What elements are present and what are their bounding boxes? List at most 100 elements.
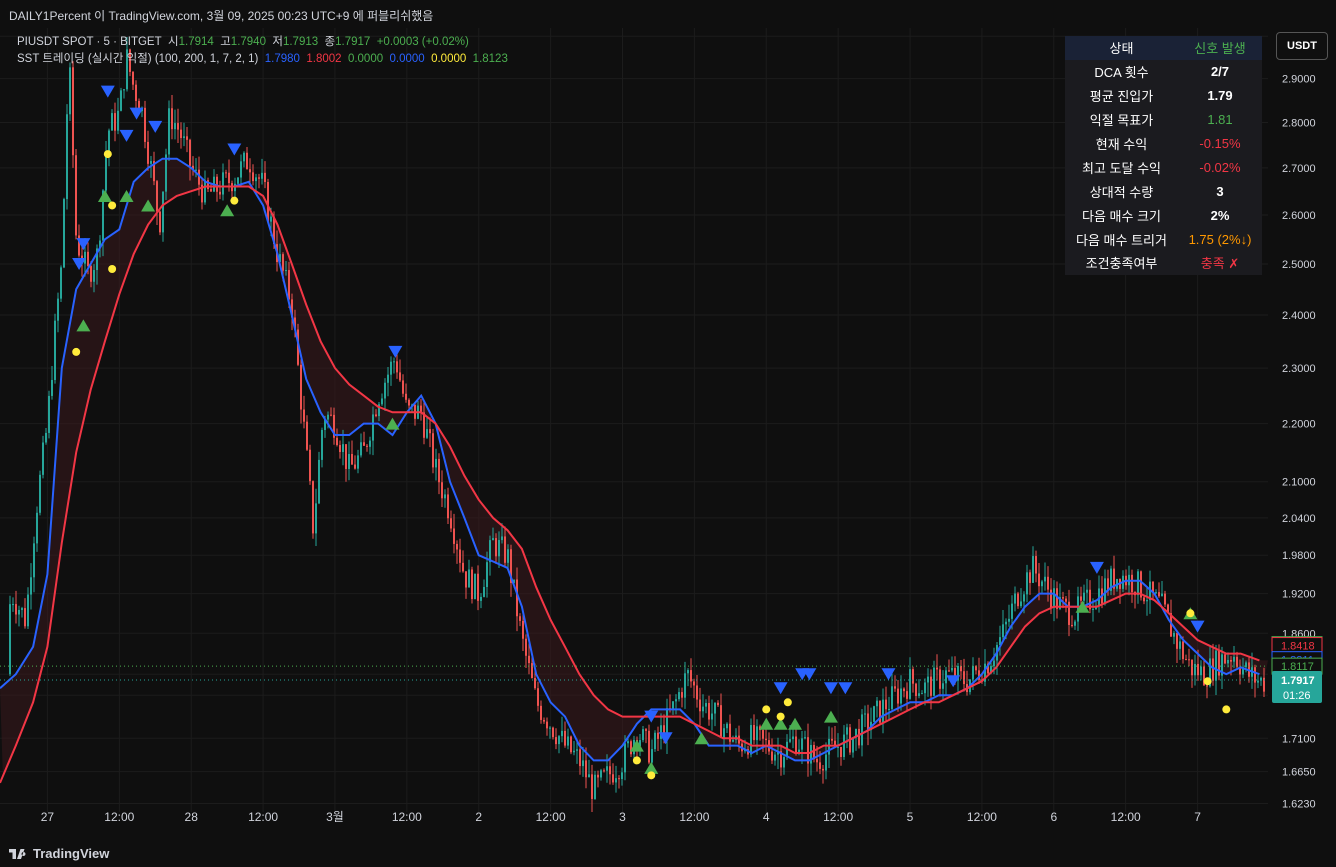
candle-body [1038,573,1040,587]
candle-body [858,728,860,746]
tradingview-logo[interactable]: TradingView [9,846,109,861]
candle-body [27,594,29,627]
candle-body [906,691,908,699]
candle-body [1164,593,1166,605]
candle-body [963,671,965,685]
price-axis [1268,28,1336,840]
candle-body [57,298,59,321]
candle-body [465,571,467,588]
candle-body [453,528,455,544]
time-tick-label: 6 [1050,810,1057,824]
candle-body [501,536,503,541]
time-tick-label: 3월 [326,810,344,824]
candle-body [12,604,14,606]
indicator-value-2: 1.8002 [306,53,342,65]
candle-body [723,728,725,738]
candle-body [1212,658,1214,681]
symbol-label[interactable]: PIUSDT SPOT · 5 · BITGET [17,36,162,48]
buy-marker [788,717,803,730]
candle-body [822,768,824,771]
candle-body [1083,592,1085,601]
signal-dot [632,756,641,765]
candle-body [189,139,191,166]
candle-body [174,123,176,130]
candle-body [582,760,584,767]
candle-body [657,732,659,739]
high-value: 1.7940 [230,36,266,48]
indicator-name[interactable]: SST 트레이딩 (실시간 익절) (100, 200, 1, 7, 2, 1) [17,53,258,65]
candle-body [90,266,92,282]
sell-marker [773,682,788,695]
candle-body [351,454,353,465]
candle-body [525,638,527,656]
currency-button[interactable]: USDT [1276,32,1328,60]
candle-body [30,577,32,595]
candle-body [255,177,257,182]
candle-body [228,172,230,184]
candle-body [327,414,329,420]
candle-body [585,760,587,778]
candle-body [789,739,791,742]
status-label: DCA 횟수 [1094,65,1149,81]
candle-body [105,154,107,191]
candle-body [264,172,266,182]
sell-marker [838,682,853,695]
candle-body [1086,589,1088,593]
candle-body [381,398,383,405]
chart-area[interactable]: 3.00002.90002.80002.70002.60002.50002.40… [0,28,1336,840]
close-value: 1.7917 [335,36,371,48]
candle-body [600,770,602,778]
candle-body [477,573,479,601]
candle-body [1068,601,1070,625]
candle-body [1080,596,1082,601]
candle-body [867,713,869,731]
candle-body [1161,593,1163,597]
candle-body [933,667,935,696]
candle-body [375,414,377,417]
candle-body [573,750,575,753]
candle-body [681,692,683,698]
candle-body [540,705,542,720]
candle-body [699,699,701,712]
candle-body [615,778,617,783]
time-tick-label: 12:00 [823,810,853,824]
candle-body [435,458,437,468]
signal-dot [762,705,771,714]
candle-body [369,440,371,447]
status-value: 충족 ✗ [1200,256,1240,272]
candle-body [300,364,302,410]
candle-body [1032,556,1034,583]
candle-body [303,409,305,422]
candle-body [210,189,212,192]
time-tick-label: 3 [619,810,626,824]
candle-body [354,464,356,469]
candle-body [441,482,443,499]
candle-body [18,609,20,615]
high-label: 고 [220,36,231,48]
candle-body [339,445,341,453]
candle-body [1200,666,1202,676]
low-label: 저 [272,36,283,48]
status-row: DCA 횟수 2/7 [1065,60,1262,84]
footer: TradingView [0,840,1336,867]
signal-dot [647,771,656,780]
price-tick-label: 2.5000 [1282,259,1316,271]
status-row: 평균 진입가 1.79 [1065,84,1262,108]
buy-marker [823,710,838,723]
candle-body [66,114,68,200]
candle-body [144,107,146,142]
candle-body [450,518,452,529]
candle-body [72,67,74,156]
candle-body [39,474,41,513]
candle-body [312,481,314,534]
candle-body [1245,662,1247,668]
candle-body [1131,574,1133,592]
candle-body [732,739,734,742]
status-label: 익절 목표가 [1089,113,1154,129]
candle-body [1014,593,1016,604]
candle-body [147,141,149,164]
close-label: 종 [324,36,336,48]
candle-body [1023,594,1025,602]
candle-body [942,683,944,689]
candle-body [1254,667,1256,683]
